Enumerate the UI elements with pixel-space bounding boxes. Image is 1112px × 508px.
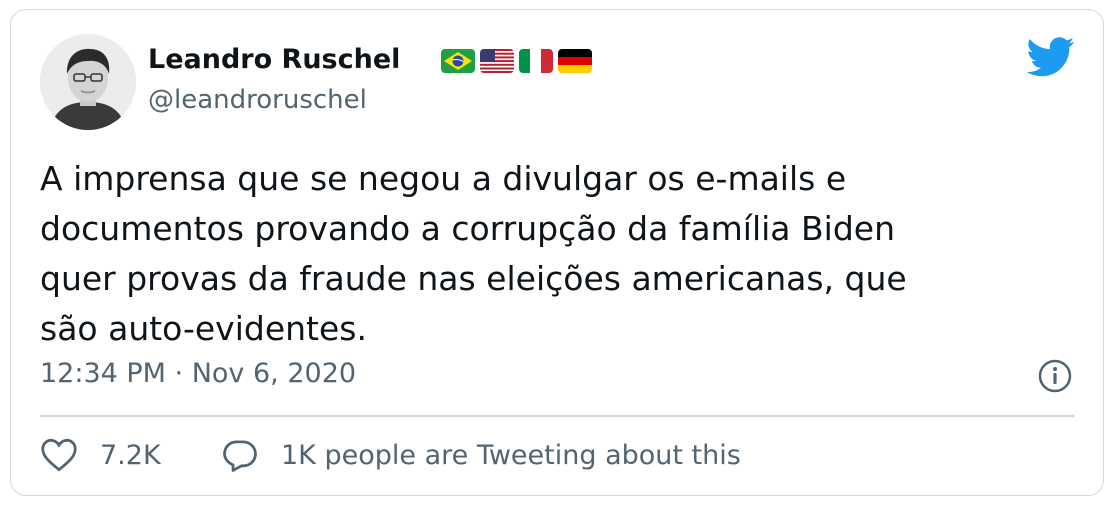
tweet-card[interactable]: Leandro Ruschel @leandroruschel A impren… (10, 9, 1104, 496)
divider (40, 415, 1075, 417)
twitter-bird-icon[interactable] (1027, 37, 1075, 77)
germany-flag-icon (558, 49, 592, 73)
brazil-flag-icon (441, 49, 475, 73)
reply-bubble-icon (223, 440, 257, 472)
avatar-image (40, 34, 136, 130)
tweet-text: A imprensa que se negou a divulgar os e-… (40, 159, 907, 348)
heart-icon (41, 438, 77, 472)
info-icon[interactable] (1037, 358, 1073, 394)
usa-flag-icon (480, 49, 514, 73)
avatar[interactable] (40, 34, 136, 130)
like-button[interactable]: 7.2K (40, 438, 161, 472)
tweeting-about-text: 1K people are Tweeting about this (281, 439, 741, 471)
like-count: 7.2K (100, 439, 161, 471)
italy-flag-icon (519, 49, 553, 73)
author-handle[interactable]: @leandroruschel (148, 85, 367, 115)
flag-emojis (441, 49, 592, 73)
tweet-timestamp[interactable]: 12:34 PM · Nov 6, 2020 (40, 358, 356, 389)
author-name[interactable]: Leandro Ruschel (148, 44, 400, 75)
tweeting-about-link[interactable]: 1K people are Tweeting about this (221, 438, 741, 472)
